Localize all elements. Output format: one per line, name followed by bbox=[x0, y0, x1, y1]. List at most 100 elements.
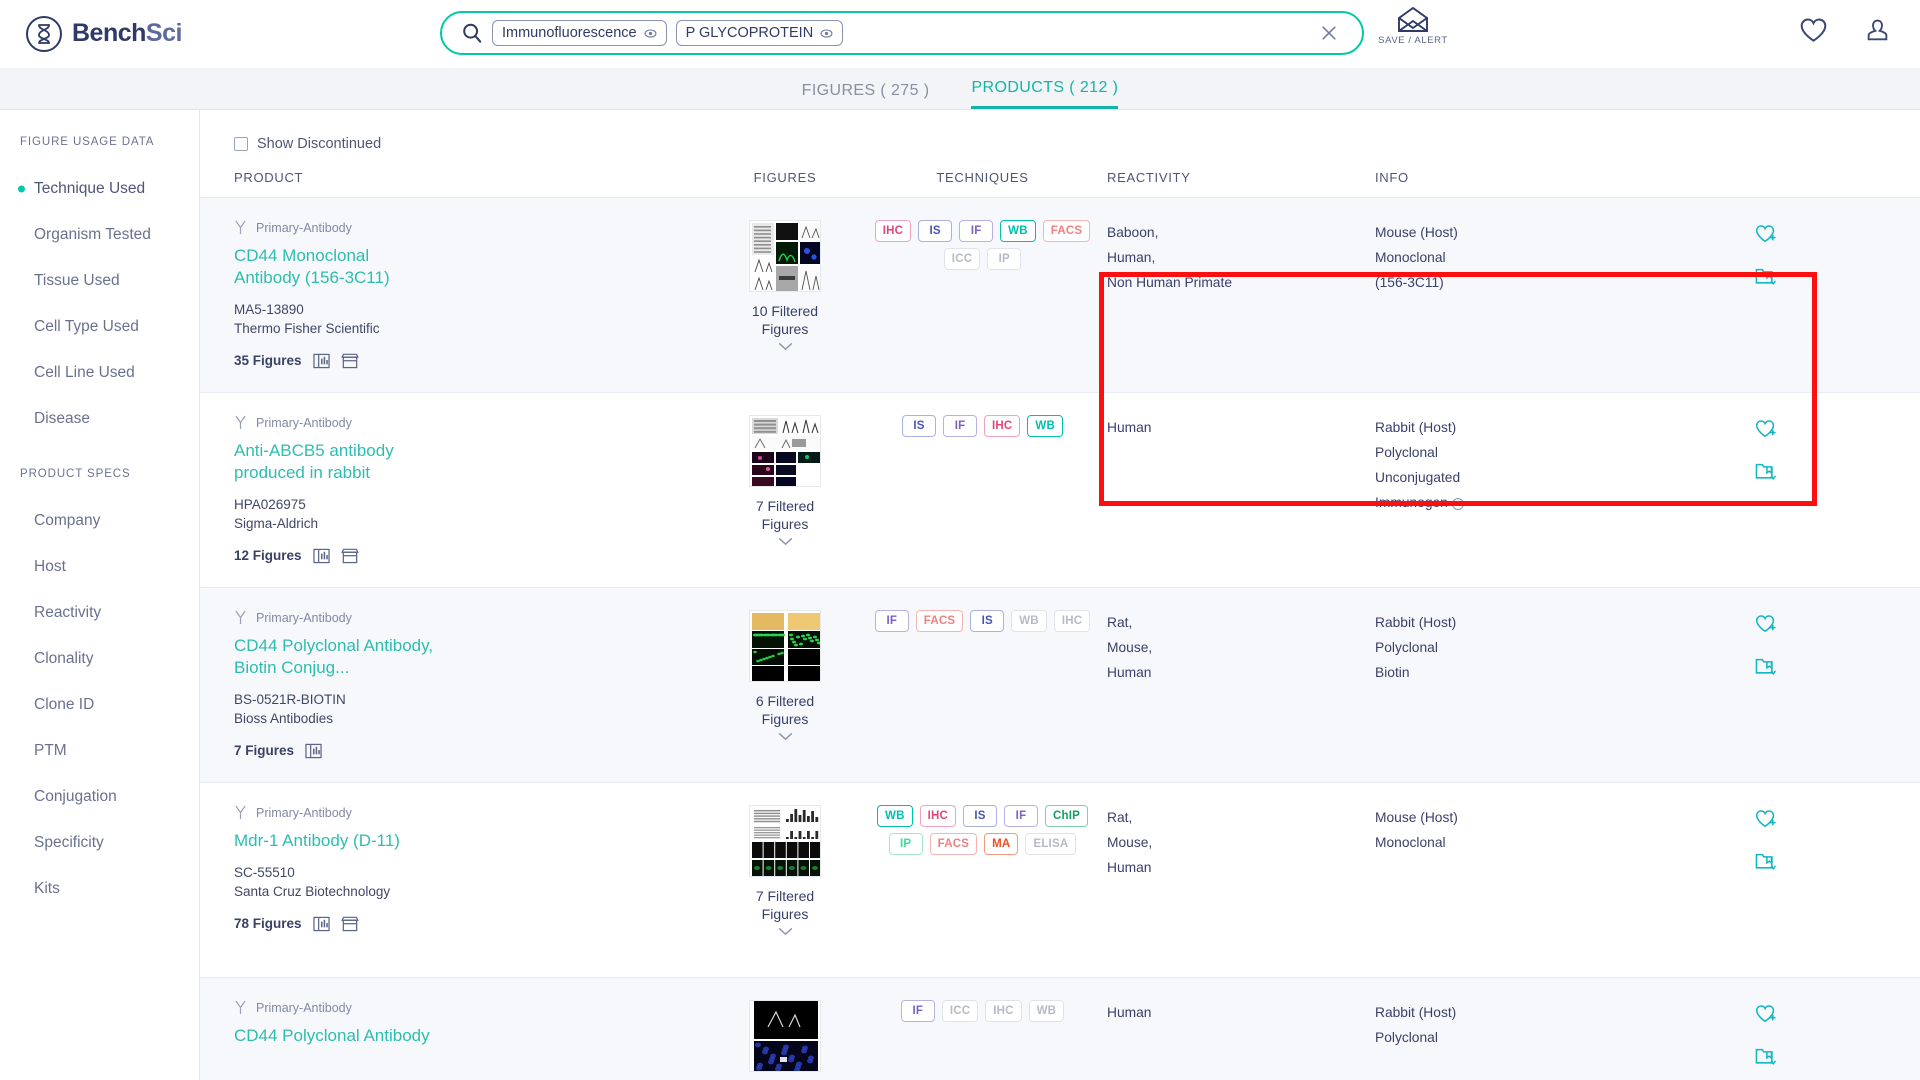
sidebar-item-organism-tested[interactable]: Organism Tested bbox=[0, 212, 199, 258]
technique-badge-facs[interactable]: FACS bbox=[1042, 220, 1091, 242]
technique-badge-is[interactable]: IS bbox=[902, 415, 937, 437]
technique-badge-if[interactable]: IF bbox=[874, 610, 909, 632]
sidebar-item-specificity[interactable]: Specificity bbox=[0, 820, 199, 866]
show-discontinued-toggle[interactable]: Show Discontinued bbox=[200, 110, 1920, 152]
table-row[interactable]: Primary-Antibody CD44 Monoclonal Antibod… bbox=[200, 198, 1920, 393]
technique-badge-ip[interactable]: IP bbox=[888, 833, 923, 855]
search-chip-target[interactable]: P GLYCOPROTEIN bbox=[675, 20, 844, 46]
add-to-folder-button[interactable] bbox=[1755, 266, 1777, 286]
book-icon[interactable] bbox=[312, 548, 330, 564]
book-icon[interactable] bbox=[312, 916, 330, 932]
expand-figures-chevron[interactable] bbox=[778, 534, 793, 549]
technique-badge-icc[interactable]: ICC bbox=[943, 248, 981, 270]
save-alert-button[interactable]: SAVE / ALERT bbox=[1374, 7, 1452, 46]
tab-products[interactable]: PRODUCTS ( 212 ) bbox=[971, 79, 1119, 109]
sidebar-item-ptm[interactable]: PTM bbox=[0, 728, 199, 774]
technique-badge-wb[interactable]: WB bbox=[1011, 610, 1047, 632]
product-title-link[interactable]: CD44 Polyclonal Antibody, Biotin Conjug.… bbox=[234, 635, 439, 679]
sidebar-item-reactivity[interactable]: Reactivity bbox=[0, 590, 199, 636]
eye-icon[interactable] bbox=[820, 27, 833, 40]
add-to-favorites-button[interactable] bbox=[1755, 1004, 1777, 1024]
store-icon[interactable] bbox=[340, 916, 359, 932]
technique-badge-if[interactable]: IF bbox=[943, 415, 978, 437]
technique-badge-ihc[interactable]: IHC bbox=[984, 415, 1021, 437]
table-row[interactable]: Primary-Antibody Anti-ABCB5 antibody pro… bbox=[200, 393, 1920, 588]
expand-figures-chevron[interactable] bbox=[778, 339, 793, 354]
add-to-folder-button[interactable] bbox=[1755, 1046, 1777, 1066]
account-icon[interactable] bbox=[1865, 18, 1890, 48]
search-chip-technique[interactable]: Immunofluorescence bbox=[492, 20, 667, 46]
product-title-link[interactable]: Anti-ABCB5 antibody produced in rabbit bbox=[234, 440, 439, 484]
product-title-link[interactable]: CD44 Polyclonal Antibody bbox=[234, 1025, 439, 1047]
sidebar-item-technique-used[interactable]: Technique Used bbox=[0, 166, 199, 212]
table-row[interactable]: Primary-Antibody Mdr-1 Antibody (D-11) S… bbox=[200, 783, 1920, 978]
technique-badge-if[interactable]: IF bbox=[959, 220, 994, 242]
technique-badge-facs[interactable]: FACS bbox=[915, 610, 964, 632]
technique-badge-ihc[interactable]: IHC bbox=[919, 805, 956, 827]
figure-thumbnail[interactable] bbox=[749, 610, 821, 682]
technique-badge-ip[interactable]: IP bbox=[987, 248, 1022, 270]
sidebar-item-tissue-used[interactable]: Tissue Used bbox=[0, 258, 199, 304]
book-icon[interactable] bbox=[312, 353, 330, 369]
store-icon[interactable] bbox=[340, 353, 359, 369]
technique-badge-ma[interactable]: MA bbox=[984, 833, 1019, 855]
add-to-favorites-button[interactable] bbox=[1755, 809, 1777, 829]
technique-badge-is[interactable]: IS bbox=[918, 220, 953, 242]
technique-badge-wb[interactable]: WB bbox=[1027, 415, 1063, 437]
technique-badge-wb[interactable]: WB bbox=[877, 805, 913, 827]
sidebar-item-disease[interactable]: Disease bbox=[0, 396, 199, 442]
technique-badge-if[interactable]: IF bbox=[900, 1000, 935, 1022]
show-discontinued-checkbox[interactable] bbox=[234, 137, 248, 151]
info-tooltip-icon[interactable]: i bbox=[1451, 497, 1464, 510]
search-bar[interactable]: Immunofluorescence P GLYCOPROTEIN bbox=[440, 11, 1364, 55]
add-to-folder-button[interactable] bbox=[1755, 851, 1777, 871]
technique-badge-elisa[interactable]: ELISA bbox=[1025, 833, 1077, 855]
product-title-link[interactable]: Mdr-1 Antibody (D-11) bbox=[234, 830, 439, 852]
sidebar-item-kits[interactable]: Kits bbox=[0, 866, 199, 912]
add-to-folder-button[interactable] bbox=[1755, 461, 1777, 481]
sidebar-item-conjugation[interactable]: Conjugation bbox=[0, 774, 199, 820]
sidebar-item-cell-type-used[interactable]: Cell Type Used bbox=[0, 304, 199, 350]
technique-badge-is[interactable]: IS bbox=[970, 610, 1005, 632]
technique-badge-chip[interactable]: ChIP bbox=[1044, 805, 1088, 827]
tab-figures[interactable]: FIGURES ( 275 ) bbox=[802, 82, 930, 109]
figure-thumbnail[interactable] bbox=[749, 220, 821, 292]
favorites-icon[interactable] bbox=[1800, 18, 1827, 48]
sidebar-item-host[interactable]: Host bbox=[0, 544, 199, 590]
results-table-body: Primary-Antibody CD44 Monoclonal Antibod… bbox=[200, 198, 1920, 1080]
technique-badge-icc[interactable]: ICC bbox=[941, 1000, 979, 1022]
brand-logo[interactable]: BenchSci bbox=[26, 15, 182, 52]
book-icon[interactable] bbox=[305, 743, 322, 759]
technique-badge-is[interactable]: IS bbox=[962, 805, 997, 827]
technique-badge-wb[interactable]: WB bbox=[1028, 1000, 1065, 1022]
sidebar-item-cell-line-used[interactable]: Cell Line Used bbox=[0, 350, 199, 396]
expand-figures-chevron[interactable] bbox=[778, 729, 793, 744]
reactivity-cell: Human bbox=[1095, 1000, 1365, 1080]
technique-badge-ihc[interactable]: IHC bbox=[1053, 610, 1091, 632]
figure-thumbnail[interactable] bbox=[749, 1000, 821, 1072]
technique-badge-ihc[interactable]: IHC bbox=[985, 1000, 1022, 1022]
clear-search-icon[interactable] bbox=[1318, 22, 1340, 44]
add-to-favorites-button[interactable] bbox=[1755, 419, 1777, 439]
add-to-folder-button[interactable] bbox=[1755, 656, 1777, 676]
column-header-reactivity: REACTIVITY bbox=[1107, 170, 1191, 185]
sidebar-item-company[interactable]: Company bbox=[0, 498, 199, 544]
add-to-favorites-button[interactable] bbox=[1755, 614, 1777, 634]
sidebar-item-clonality[interactable]: Clonality bbox=[0, 636, 199, 682]
technique-badge-facs[interactable]: FACS bbox=[929, 833, 978, 855]
figure-thumbnail[interactable] bbox=[749, 805, 821, 877]
expand-figures-chevron[interactable] bbox=[778, 924, 793, 939]
technique-badge-wb[interactable]: WB bbox=[1000, 220, 1036, 242]
technique-badge-ihc[interactable]: IHC bbox=[874, 220, 912, 242]
eye-icon[interactable] bbox=[644, 27, 657, 40]
technique-badge-if[interactable]: IF bbox=[1003, 805, 1038, 827]
figure-thumbnail[interactable] bbox=[749, 415, 821, 487]
info-line: Polyclonal bbox=[1375, 640, 1438, 656]
table-row[interactable]: Primary-Antibody CD44 Polyclonal Antibod… bbox=[200, 978, 1920, 1080]
table-row[interactable]: Primary-Antibody CD44 Polyclonal Antibod… bbox=[200, 588, 1920, 783]
add-to-favorites-button[interactable] bbox=[1755, 224, 1777, 244]
store-icon[interactable] bbox=[340, 548, 359, 564]
info-cell: Rabbit (Host) Polyclonal Biotin bbox=[1365, 610, 1655, 782]
product-title-link[interactable]: CD44 Monoclonal Antibody (156-3C11) bbox=[234, 245, 439, 289]
sidebar-item-clone-id[interactable]: Clone ID bbox=[0, 682, 199, 728]
